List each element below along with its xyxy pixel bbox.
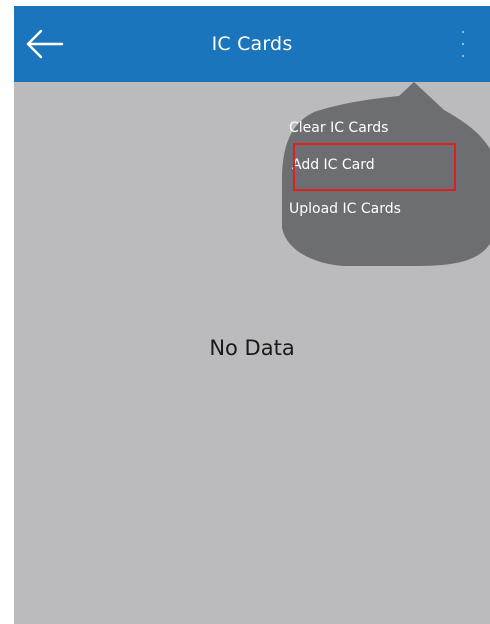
menu-item-clear-ic-cards[interactable]: Clear IC Cards [289,113,388,143]
more-vertical-icon [461,30,465,58]
ic-cards-screen: IC Cards No Data Clear IC Cards Add IC C… [14,6,490,624]
empty-state-text: No Data [209,336,295,360]
page-title: IC Cards [211,33,293,55]
menu-item-add-ic-card[interactable]: Add IC Card [292,150,442,180]
options-menu: Clear IC Cards Add IC Card Upload IC Car… [281,82,490,272]
app-bar: IC Cards [14,6,490,82]
menu-item-upload-ic-cards[interactable]: Upload IC Cards [289,194,401,224]
more-options-button[interactable] [448,26,478,62]
